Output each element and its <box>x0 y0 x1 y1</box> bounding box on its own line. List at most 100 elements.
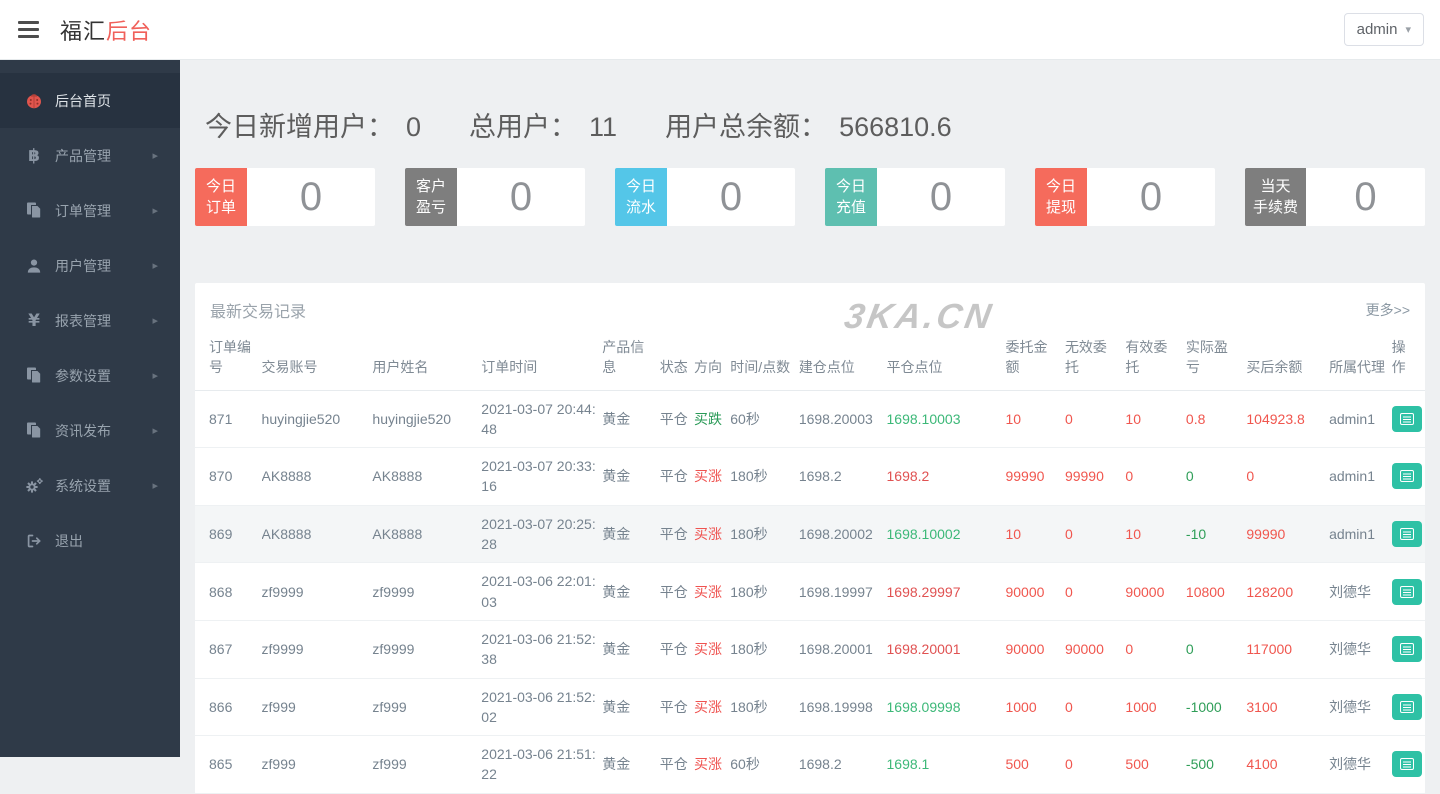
sidebar-item-users[interactable]: 用户管理 ▸ <box>0 238 180 293</box>
card-value: 0 <box>1306 168 1425 226</box>
sidebar-item-label: 用户管理 <box>55 256 111 276</box>
card-value: 0 <box>457 168 585 226</box>
cell-status: 平仓 <box>660 563 694 621</box>
cell-balance-after: 128200 <box>1246 563 1329 621</box>
view-order-button[interactable] <box>1392 751 1422 777</box>
cell-valid-entrust: 90000 <box>1125 563 1185 621</box>
brand-logo: 福汇后台 <box>60 14 152 46</box>
card-value: 0 <box>667 168 795 226</box>
cell-entrust-amount: 90000 <box>1005 563 1064 621</box>
cell-actions <box>1392 736 1425 794</box>
cell-valid-entrust: 10 <box>1125 390 1185 448</box>
cell-agent: 刘德华 <box>1329 563 1392 621</box>
col-actual-profit: 实际盈亏 <box>1186 333 1246 390</box>
stat-value: 11 <box>589 112 617 142</box>
cell-actual-profit: 0 <box>1186 448 1246 506</box>
sidebar-item-orders[interactable]: 订单管理 ▸ <box>0 183 180 238</box>
card-today-withdrawals: 今日 提现 0 <box>1035 168 1215 226</box>
cell-agent: admin1 <box>1329 448 1392 506</box>
view-order-button[interactable] <box>1392 579 1422 605</box>
documents-icon <box>22 422 46 439</box>
cell-open-point: 1698.19998 <box>799 678 887 736</box>
cell-duration: 180秒 <box>730 678 799 736</box>
sidebar-item-system-settings[interactable]: 系统设置 ▸ <box>0 458 180 513</box>
chevron-right-icon: ▸ <box>152 204 158 217</box>
sidebar-item-products[interactable]: ฿ 产品管理 ▸ <box>0 128 180 183</box>
cell-direction: 买涨 <box>694 678 730 736</box>
card-value: 0 <box>1087 168 1215 226</box>
cell-valid-entrust: 0 <box>1125 620 1185 678</box>
stat-total-users: 总用户：11 <box>469 105 617 144</box>
col-agent: 所属代理 <box>1329 333 1392 390</box>
cell-trade-account: AK8888 <box>262 448 373 506</box>
cell-duration: 60秒 <box>730 736 799 794</box>
panel-header: 最新交易记录 更多>> <box>195 283 1425 333</box>
cell-actual-profit: 10800 <box>1186 563 1246 621</box>
card-label: 当天 手续费 <box>1245 168 1306 226</box>
chevron-right-icon: ▸ <box>152 369 158 382</box>
documents-icon <box>22 202 46 219</box>
cell-invalid-entrust: 0 <box>1065 736 1125 794</box>
sidebar-item-label: 系统设置 <box>55 476 111 496</box>
cell-balance-after: 0 <box>1246 448 1329 506</box>
view-order-button[interactable] <box>1392 694 1422 720</box>
sidebar-item-label: 资讯发布 <box>55 421 111 441</box>
cell-order-id: 868 <box>195 563 262 621</box>
cell-duration: 180秒 <box>730 505 799 563</box>
sidebar-item-label: 后台首页 <box>55 91 111 111</box>
panel-title: 最新交易记录 <box>210 298 306 322</box>
yen-icon: ¥ <box>22 311 46 331</box>
cell-close-point: 1698.10002 <box>887 505 1006 563</box>
table-row: 868zf9999zf99992021-03-06 22:01:03黄金平仓买涨… <box>195 563 1425 621</box>
cell-order-time: 2021-03-07 20:33:16 <box>481 448 602 506</box>
admin-dropdown[interactable]: admin ▾ <box>1344 13 1424 46</box>
cell-balance-after: 104923.8 <box>1246 390 1329 448</box>
cell-trade-account: zf999 <box>262 736 373 794</box>
stat-label: 用户总余额： <box>665 112 827 142</box>
sidebar-item-parameters[interactable]: 参数设置 ▸ <box>0 348 180 403</box>
card-today-flow: 今日 流水 0 <box>615 168 795 226</box>
cell-invalid-entrust: 0 <box>1065 390 1125 448</box>
sidebar-item-dashboard[interactable]: 后台首页 <box>0 73 180 128</box>
col-status: 状态 <box>660 333 694 390</box>
cell-agent: 刘德华 <box>1329 678 1392 736</box>
card-value: 0 <box>247 168 375 226</box>
cell-user-name: zf9999 <box>372 563 481 621</box>
cell-agent: admin1 <box>1329 505 1392 563</box>
sidebar-item-label: 报表管理 <box>55 311 111 331</box>
cell-actions <box>1392 678 1425 736</box>
cell-trade-account: zf9999 <box>262 620 373 678</box>
view-order-button[interactable] <box>1392 406 1422 432</box>
sidebar-item-news[interactable]: 资讯发布 ▸ <box>0 403 180 458</box>
cell-duration: 60秒 <box>730 390 799 448</box>
col-order-time: 订单时间 <box>481 333 602 390</box>
cell-status: 平仓 <box>660 390 694 448</box>
sidebar-item-label: 订单管理 <box>55 201 111 221</box>
cell-actual-profit: 0.8 <box>1186 390 1246 448</box>
more-link[interactable]: 更多>> <box>1366 300 1410 320</box>
cell-actual-profit: -1000 <box>1186 678 1246 736</box>
cell-order-id: 866 <box>195 678 262 736</box>
hamburger-menu-button[interactable] <box>18 17 42 42</box>
brand-text-black: 福汇 <box>60 19 106 44</box>
cell-duration: 180秒 <box>730 563 799 621</box>
cell-close-point: 1698.29997 <box>887 563 1006 621</box>
cell-balance-after: 3100 <box>1246 678 1329 736</box>
chevron-right-icon: ▸ <box>152 479 158 492</box>
cell-valid-entrust: 1000 <box>1125 678 1185 736</box>
cell-direction: 买涨 <box>694 448 730 506</box>
view-order-button[interactable] <box>1392 521 1422 547</box>
chevron-right-icon: ▸ <box>152 149 158 162</box>
table-row: 865zf999zf9992021-03-06 21:51:22黄金平仓买涨60… <box>195 736 1425 794</box>
cell-product-info: 黄金 <box>602 678 659 736</box>
cell-direction: 买跌 <box>694 390 730 448</box>
sidebar-item-label: 产品管理 <box>55 146 111 166</box>
view-order-button[interactable] <box>1392 636 1422 662</box>
view-order-button[interactable] <box>1392 463 1422 489</box>
cell-status: 平仓 <box>660 678 694 736</box>
cell-balance-after: 4100 <box>1246 736 1329 794</box>
cell-user-name: AK8888 <box>372 448 481 506</box>
sidebar-item-logout[interactable]: 退出 <box>0 513 180 568</box>
table-row: 869AK8888AK88882021-03-07 20:25:28黄金平仓买涨… <box>195 505 1425 563</box>
sidebar-item-reports[interactable]: ¥ 报表管理 ▸ <box>0 293 180 348</box>
